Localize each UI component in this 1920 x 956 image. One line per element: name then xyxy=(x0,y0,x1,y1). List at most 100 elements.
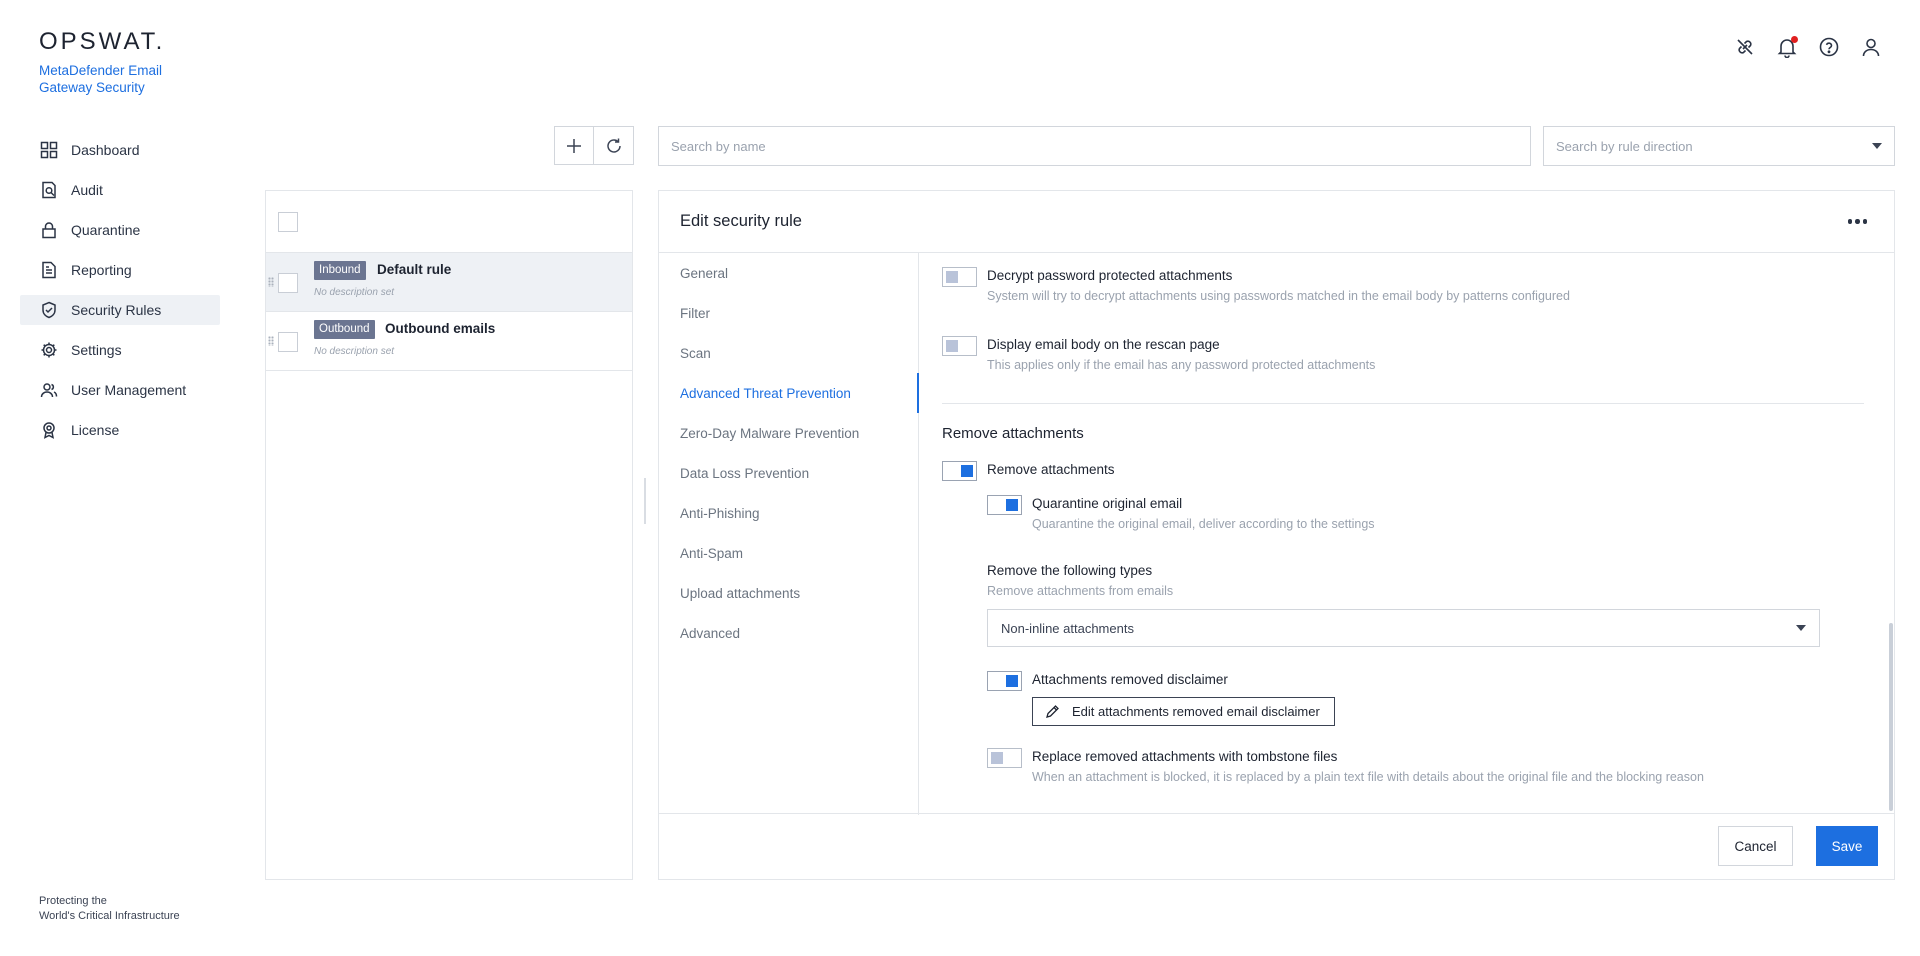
tab-data-loss-prevention[interactable]: Data Loss Prevention xyxy=(659,453,918,493)
rule-description: No description set xyxy=(314,346,395,357)
user-menu-button[interactable] xyxy=(1860,36,1882,58)
toggle-knob xyxy=(961,465,973,477)
lock-icon xyxy=(42,222,56,239)
sidebar-item-label: User Management xyxy=(71,382,187,398)
edit-rule-panel: Edit security rule General Filter Scan A… xyxy=(658,190,1895,880)
select-all-checkbox[interactable] xyxy=(278,212,298,232)
page-title: Edit security rule xyxy=(680,212,802,230)
sidebar-item-reporting[interactable]: Reporting xyxy=(20,255,220,285)
quarantine-original-label: Quarantine original email xyxy=(1032,496,1183,511)
tab-zero-day-malware-prevention[interactable]: Zero-Day Malware Prevention xyxy=(659,413,918,453)
pencil-icon xyxy=(1046,705,1059,718)
search-by-name-input[interactable] xyxy=(658,126,1531,166)
dashboard-icon xyxy=(40,141,58,159)
tab-content: Decrypt password protected attachments S… xyxy=(920,253,1894,815)
more-icon xyxy=(1847,219,1852,224)
drag-handle-icon[interactable] xyxy=(268,277,274,287)
sidebar-item-audit[interactable]: Audit xyxy=(20,175,220,205)
rule-row-default[interactable]: Inbound Default rule No description set xyxy=(266,253,632,312)
sidebar-item-user-management[interactable]: User Management xyxy=(20,375,220,405)
chevron-down-icon xyxy=(1796,625,1806,631)
rule-list-header xyxy=(266,191,632,253)
display-body-toggle[interactable] xyxy=(942,336,977,356)
rule-tabs: General Filter Scan Advanced Threat Prev… xyxy=(659,253,919,815)
remove-types-select[interactable]: Non-inline attachments xyxy=(987,609,1820,647)
remove-types-description: Remove attachments from emails xyxy=(987,584,1174,598)
remove-types-label: Remove the following types xyxy=(987,563,1153,578)
user-icon xyxy=(1862,38,1880,57)
tagline-line: World's Critical Infrastructure xyxy=(39,910,180,922)
toggle-knob xyxy=(946,271,958,283)
rule-row-outbound[interactable]: Outbound Outbound emails No description … xyxy=(266,312,632,371)
notifications-button[interactable] xyxy=(1776,36,1798,59)
remove-types-value: Non-inline attachments xyxy=(1001,620,1134,636)
refresh-button[interactable] xyxy=(594,126,634,165)
help-button[interactable] xyxy=(1818,36,1840,58)
direction-badge: Inbound xyxy=(314,261,366,280)
tab-general[interactable]: General xyxy=(659,253,918,293)
tab-upload-attachments[interactable]: Upload attachments xyxy=(659,573,918,613)
tab-advanced-threat-prevention[interactable]: Advanced Threat Prevention xyxy=(659,373,919,413)
product-name: MetaDefender Email Gateway Security xyxy=(39,63,163,95)
remove-attachments-label: Remove attachments xyxy=(987,462,1115,477)
tombstone-label: Replace removed attachments with tombsto… xyxy=(1032,749,1338,764)
sidebar-item-label: Settings xyxy=(71,342,122,358)
rule-list: Inbound Default rule No description set … xyxy=(265,190,633,880)
badge-icon xyxy=(43,422,55,439)
tagline: Protecting the World's Critical Infrastr… xyxy=(39,894,180,924)
edit-panel-footer: Cancel Save xyxy=(659,813,1894,879)
tab-anti-phishing[interactable]: Anti-Phishing xyxy=(659,493,918,533)
audit-icon xyxy=(42,181,56,199)
rule-direction-select[interactable]: Search by rule direction xyxy=(1543,126,1895,166)
sidebar-item-license[interactable]: License xyxy=(20,415,220,445)
decrypt-description: System will try to decrypt attachments u… xyxy=(987,289,1570,303)
tombstone-description: When an attachment is blocked, it is rep… xyxy=(1032,770,1704,784)
sidebar-item-security-rules[interactable]: Security Rules xyxy=(20,295,220,325)
refresh-icon xyxy=(606,138,621,153)
rule-description: No description set xyxy=(314,287,395,298)
add-rule-button[interactable] xyxy=(554,126,594,165)
edit-panel-header: Edit security rule xyxy=(659,191,1894,253)
decrypt-label: Decrypt password protected attachments xyxy=(987,268,1233,283)
link-off-button[interactable] xyxy=(1734,36,1756,58)
gear-icon xyxy=(41,342,57,358)
more-icon xyxy=(1862,219,1867,224)
toggle-knob xyxy=(1006,499,1018,511)
help-icon xyxy=(1819,37,1839,57)
quarantine-original-description: Quarantine the original email, deliver a… xyxy=(1032,517,1375,531)
section-divider xyxy=(942,403,1864,404)
toggle-knob xyxy=(1006,675,1018,687)
tab-advanced[interactable]: Advanced xyxy=(659,613,918,653)
sidebar-item-label: Quarantine xyxy=(71,222,141,238)
remove-attachments-toggle[interactable] xyxy=(942,461,977,481)
section-title: Remove attachments xyxy=(942,425,1084,442)
disclaimer-toggle[interactable] xyxy=(987,671,1022,691)
tagline-line: Protecting the xyxy=(39,895,107,907)
sidebar-item-label: Reporting xyxy=(71,262,132,278)
cancel-button[interactable]: Cancel xyxy=(1718,826,1793,866)
plus-icon xyxy=(567,138,581,153)
display-body-description: This applies only if the email has any p… xyxy=(987,358,1376,372)
sidebar-item-settings[interactable]: Settings xyxy=(20,335,220,365)
sidebar-item-dashboard[interactable]: Dashboard xyxy=(20,135,220,165)
save-button[interactable]: Save xyxy=(1816,826,1878,866)
tombstone-toggle[interactable] xyxy=(987,748,1022,768)
tab-anti-spam[interactable]: Anti-Spam xyxy=(659,533,918,573)
notification-dot xyxy=(1791,36,1798,43)
quarantine-original-toggle[interactable] xyxy=(987,495,1022,515)
rule-checkbox[interactable] xyxy=(278,332,298,352)
more-options-button[interactable] xyxy=(1842,213,1874,230)
rule-name: Default rule xyxy=(377,262,452,277)
disclaimer-label: Attachments removed disclaimer xyxy=(1032,672,1228,687)
drag-handle-icon[interactable] xyxy=(268,336,274,346)
decrypt-toggle[interactable] xyxy=(942,267,977,287)
tab-filter[interactable]: Filter xyxy=(659,293,918,333)
sidebar-item-quarantine[interactable]: Quarantine xyxy=(20,215,220,245)
content-scrollbar[interactable] xyxy=(1889,623,1893,811)
edit-disclaimer-button[interactable]: Edit attachments removed email disclaime… xyxy=(1032,697,1335,726)
rule-checkbox[interactable] xyxy=(278,273,298,293)
tab-scan[interactable]: Scan xyxy=(659,333,918,373)
sidebar-item-label: Security Rules xyxy=(71,302,162,318)
panel-resize-handle[interactable] xyxy=(644,478,646,524)
users-icon xyxy=(40,383,58,398)
